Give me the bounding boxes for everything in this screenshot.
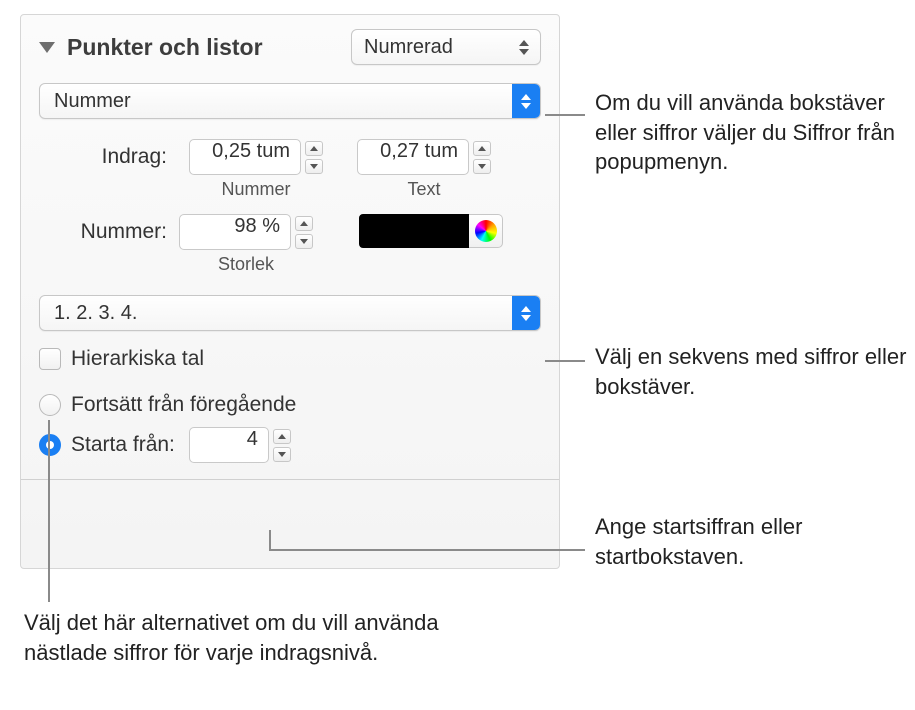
continue-label: Fortsätt från föregående	[71, 393, 296, 417]
sequence-value: 1. 2. 3. 4.	[52, 302, 137, 325]
number-size-stepper[interactable]: 98 %	[179, 214, 313, 250]
start-from-radio[interactable]	[39, 434, 61, 456]
color-wheel-button[interactable]	[469, 214, 503, 248]
callout-lead	[545, 360, 585, 362]
stepper-icon[interactable]	[305, 141, 323, 174]
indent-number-stepper[interactable]: 0,25 tum	[189, 139, 323, 175]
indent-text-stepper[interactable]: 0,27 tum	[357, 139, 491, 175]
color-wheel-icon	[475, 220, 497, 242]
sequence-popup[interactable]: 1. 2. 3. 4.	[39, 295, 541, 331]
start-from-stepper[interactable]: 4	[189, 427, 291, 463]
callout-lead	[545, 114, 585, 116]
color-picker[interactable]	[359, 214, 503, 248]
number-type-value: Nummer	[52, 90, 131, 113]
number-size-input[interactable]: 98 %	[179, 214, 291, 250]
callout-lead	[269, 549, 585, 551]
disclosure-triangle-icon[interactable]	[39, 42, 55, 53]
start-from-label: Starta från:	[71, 433, 175, 457]
stepper-icon[interactable]	[273, 429, 291, 462]
continue-radio[interactable]	[39, 394, 61, 416]
list-style-popup[interactable]: Numrerad	[351, 29, 541, 65]
continue-option[interactable]: Fortsätt från föregående	[39, 393, 541, 417]
start-from-option[interactable]: Starta från: 4	[39, 427, 541, 463]
indent-text-input[interactable]: 0,27 tum	[357, 139, 469, 175]
list-style-value: Numrerad	[364, 36, 453, 59]
indent-text-col: 0,27 tum Text	[357, 139, 491, 200]
callout-3: Ange startsiffran eller startbokstaven.	[595, 512, 915, 571]
number-type-popup[interactable]: Nummer	[39, 83, 541, 119]
indent-label: Indrag:	[39, 139, 167, 169]
section-header: Punkter och listor Numrerad	[39, 29, 541, 65]
indent-text-sublabel: Text	[407, 179, 440, 200]
indent-row: Indrag: 0,25 tum Nummer 0,27 tum	[39, 139, 541, 200]
number-size-sublabel: Storlek	[218, 254, 274, 275]
hierarchical-label: Hierarkiska tal	[71, 347, 204, 371]
chevron-updown-icon	[512, 296, 540, 330]
color-swatch[interactable]	[359, 214, 469, 248]
stepper-icon[interactable]	[473, 141, 491, 174]
chevron-updown-icon	[512, 84, 540, 118]
hierarchical-checkbox[interactable]	[39, 348, 61, 370]
section-title: Punkter och listor	[67, 34, 263, 61]
callout-2: Välj en sekvens med siffror eller bokstä…	[595, 342, 915, 401]
stepper-icon[interactable]	[295, 216, 313, 249]
chevron-updown-icon	[512, 40, 536, 55]
callout-lead	[48, 420, 50, 602]
callout-4: Välj det här alternativet om du vill anv…	[24, 608, 464, 667]
number-size-col: 98 % Storlek	[179, 214, 313, 275]
indent-number-sublabel: Nummer	[221, 179, 290, 200]
callout-1: Om du vill använda bokstäver eller siffr…	[595, 88, 915, 177]
callout-lead	[269, 530, 271, 550]
divider	[21, 479, 559, 480]
hierarchical-option[interactable]: Hierarkiska tal	[39, 347, 541, 371]
number-size-row: Nummer: 98 % Storlek	[39, 214, 541, 275]
start-from-input[interactable]: 4	[189, 427, 269, 463]
indent-number-col: 0,25 tum Nummer	[189, 139, 323, 200]
number-size-label: Nummer:	[39, 214, 167, 244]
inspector-panel: Punkter och listor Numrerad Nummer Indra…	[20, 14, 560, 569]
indent-number-input[interactable]: 0,25 tum	[189, 139, 301, 175]
